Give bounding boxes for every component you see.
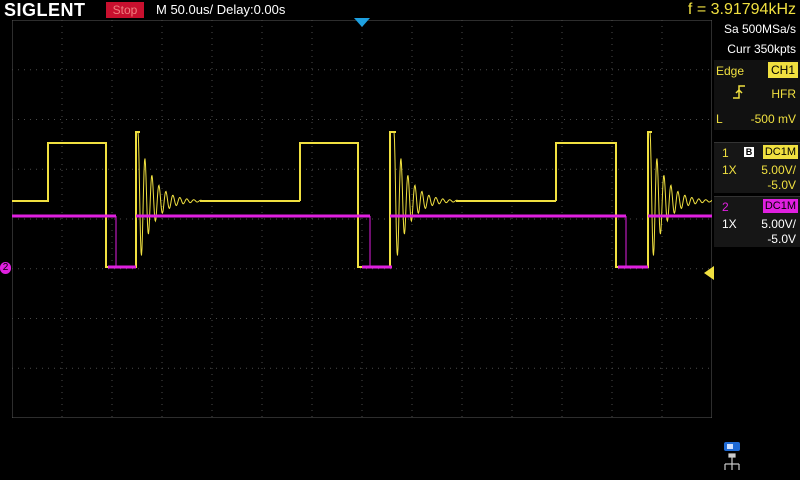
channel-coupling: DC1M [762, 145, 798, 159]
trigger-level-marker[interactable] [704, 266, 714, 280]
trigger-panel[interactable]: Edge CH1 HFR L -500 mV [714, 60, 800, 130]
trigger-source-badge: CH1 [767, 62, 798, 78]
brand-logo: SIGLENT [4, 0, 86, 20]
run-stop-badge[interactable]: Stop [106, 2, 144, 18]
channel-2-ground-marker[interactable]: 2 [0, 262, 11, 274]
trigger-type: Edge [716, 64, 745, 78]
channel-number: 2 [722, 200, 729, 214]
probe-factor: 1X [722, 217, 737, 231]
channel-offset: -5.0V [767, 232, 796, 246]
volts-per-div: 5.00V/ [761, 217, 796, 231]
channel-number: 1 [722, 146, 729, 160]
channel-2-panel[interactable]: 2 DC1M 1X 5.00V/ -5.0V [714, 196, 800, 247]
usb-network-icon [724, 442, 740, 470]
trigger-coupling: HFR [771, 87, 796, 101]
memory-depth: Curr 350kpts [727, 42, 796, 56]
trigger-level-label: L [716, 112, 723, 126]
channel-1-panel[interactable]: 1 B DC1M 1X 5.00V/ -5.0V [714, 142, 800, 193]
frequency-readout: f = 3.91794kHz [687, 1, 796, 18]
waveform-display[interactable] [12, 20, 712, 418]
delay-value: Delay:0.00s [216, 2, 286, 17]
trigger-position-marker[interactable] [354, 18, 370, 28]
bandwidth-limit-icon: B [744, 147, 754, 157]
sample-rate: Sa 500MSa/s [723, 22, 796, 36]
channel-offset: -5.0V [767, 178, 796, 192]
timebase-readout[interactable]: M 50.0us/ Delay:0.00s [156, 2, 285, 18]
top-status-bar: SIGLENT Stop M 50.0us/ Delay:0.00s f = 3… [0, 0, 800, 20]
rising-edge-icon [733, 85, 745, 99]
volts-per-div: 5.00V/ [761, 163, 796, 177]
timebase-value: M 50.0us/ [156, 2, 214, 17]
probe-factor: 1X [722, 163, 737, 177]
trigger-level: -500 mV [750, 112, 796, 126]
channel-coupling: DC1M [762, 199, 798, 213]
